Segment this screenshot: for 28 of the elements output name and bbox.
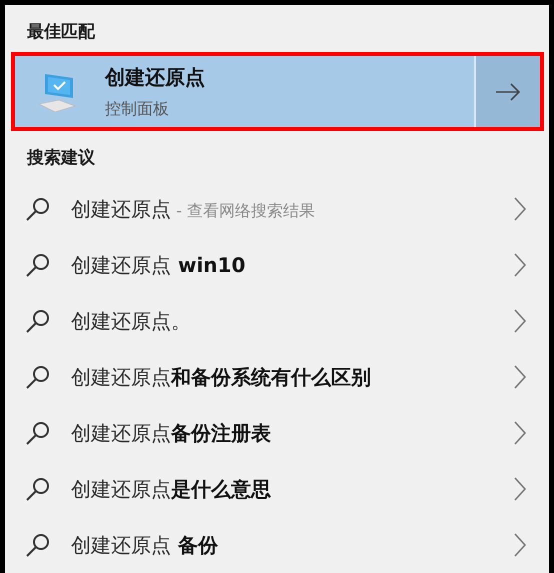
chevron-icon: [513, 476, 527, 502]
chevron-icon: [513, 308, 527, 334]
open-arrow-button[interactable]: [474, 56, 540, 127]
suggestion-item[interactable]: 创建还原点备份注册表: [71, 420, 513, 446]
section-heading: 最佳匹配: [26, 21, 95, 43]
best-match-result[interactable]: 创建还原点 控制面板: [11, 52, 544, 131]
suggestion-item[interactable]: 创建还原点 - 查看网络搜索结果: [71, 196, 513, 222]
suggestion-item[interactable]: 创建还原点是什么意思: [71, 476, 513, 502]
arrow-icon: [495, 82, 521, 100]
suggestion-item[interactable]: 创建还原点和备份系统有什么区别: [71, 364, 513, 390]
section-heading: 搜索建议: [26, 147, 95, 169]
search-icon: [25, 252, 51, 278]
chevron-icon: [513, 420, 527, 446]
chevron-icon: [513, 364, 527, 390]
search-icon: [25, 532, 51, 558]
suggestion-item[interactable]: 创建还原点。: [71, 308, 513, 334]
search-icon: [25, 420, 51, 446]
suggestion-item[interactable]: 创建还原点 win10: [71, 252, 513, 278]
search-icon: [25, 196, 51, 222]
result-subtitle: 控制面板: [105, 98, 169, 120]
search-icon: [25, 364, 51, 390]
chevron-icon: [513, 532, 527, 558]
search-icon: [25, 308, 51, 334]
result-title: 创建还原点: [105, 64, 205, 90]
search-icon: [25, 476, 51, 502]
suggestion-item[interactable]: 创建还原点 备份: [71, 532, 513, 558]
chevron-icon: [513, 252, 527, 278]
chevron-icon: [513, 196, 527, 222]
